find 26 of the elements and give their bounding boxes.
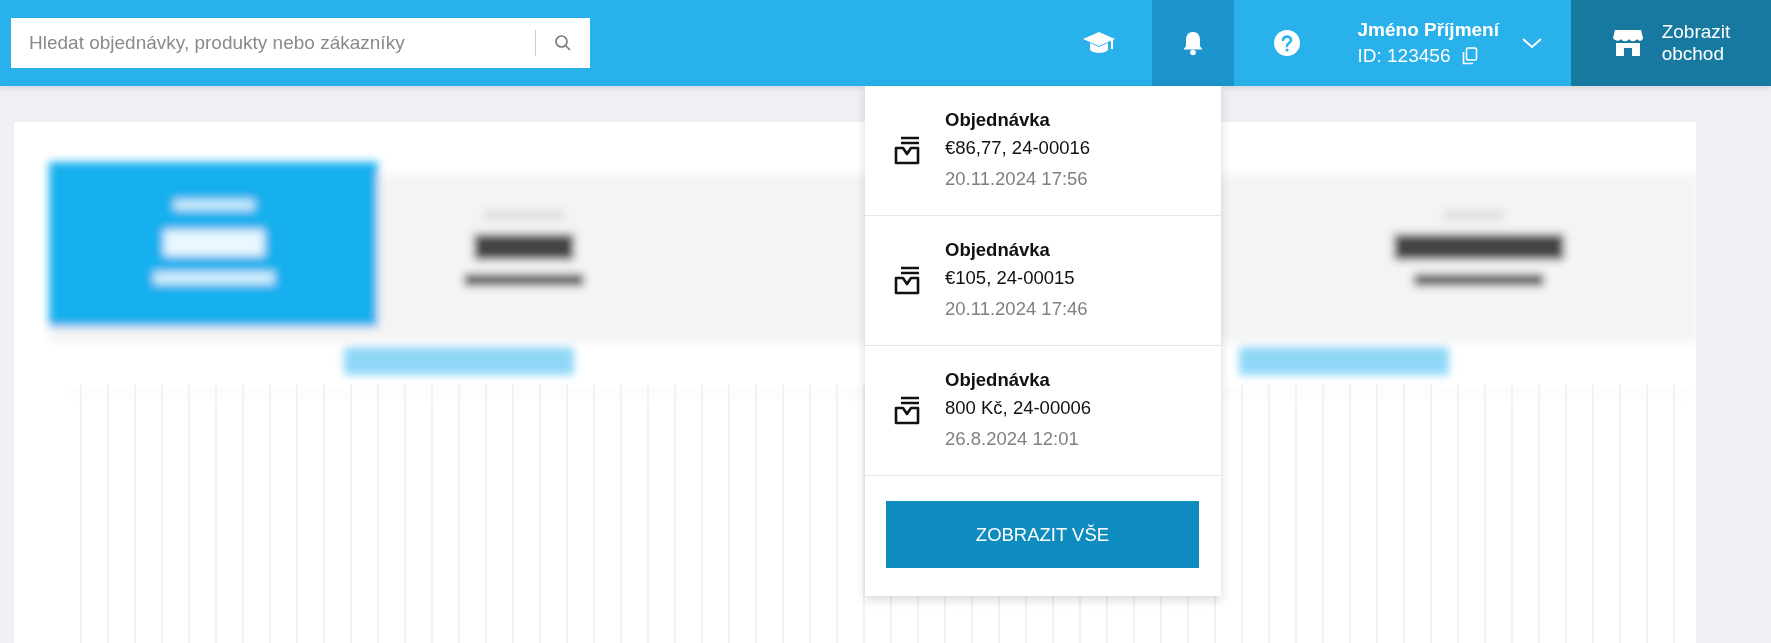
notification-title: Objednávka	[945, 237, 1051, 262]
notification-item[interactable]: Objednávka €86,77, 24-00016 20.11.2024 17:56	[865, 86, 1221, 216]
notification-time: 20.11.2024 17:46	[945, 296, 1088, 321]
bell-icon[interactable]	[1151, 0, 1234, 86]
notification-time: 20.11.2024 17:56	[945, 166, 1089, 191]
copy-icon[interactable]	[1462, 47, 1479, 65]
chevron-down-icon[interactable]	[1521, 37, 1543, 49]
notification-item[interactable]: Objednávka €105, 24-00015 20.11.2024 17:46	[865, 216, 1221, 346]
inbox-icon	[893, 135, 921, 166]
inbox-icon	[893, 265, 921, 296]
notification-detail: 800 Kč, 24-00006	[945, 395, 1092, 420]
notification-title: Objednávka	[945, 367, 1051, 392]
notification-detail: €105, 24-00015	[945, 265, 1076, 290]
notification-title: Objednávka	[945, 107, 1051, 132]
show-shop-button[interactable]: Zobrazit obchod	[1571, 0, 1771, 86]
user-name: Jméno Příjmení	[1357, 19, 1499, 41]
inbox-icon	[893, 395, 921, 426]
storefront-icon	[1611, 28, 1644, 58]
search-button[interactable]	[525, 18, 590, 68]
notification-detail: €86,77, 24-00016	[945, 135, 1091, 160]
search-icon	[554, 34, 572, 52]
notification-item[interactable]: Objednávka 800 Kč, 24-00006 26.8.2024 12:01	[865, 346, 1221, 476]
show-all-button[interactable]: ZOBRAZIT VŠE	[886, 501, 1199, 568]
user-id: ID: 123456	[1357, 45, 1451, 67]
notification-time: 26.8.2024 12:01	[945, 426, 1080, 451]
search-field[interactable]: Hledat objednávky, produkty nebo zákazníky	[11, 18, 525, 68]
